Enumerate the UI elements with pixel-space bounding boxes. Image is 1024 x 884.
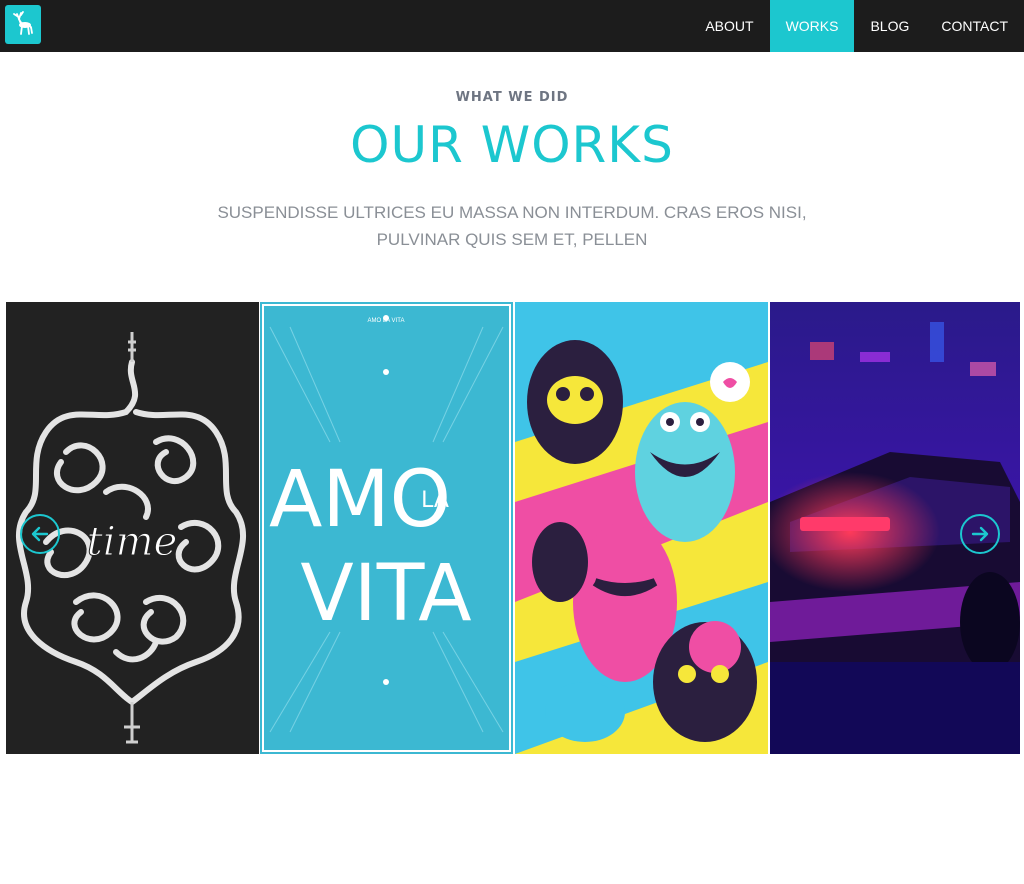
section-title: OUR WORKS xyxy=(350,116,674,174)
work-item-monsters[interactable] xyxy=(515,302,768,754)
gallery-next-button[interactable] xyxy=(960,514,1000,554)
monsters-artwork xyxy=(515,302,768,754)
arrow-right-icon xyxy=(971,526,989,542)
arrow-left-icon xyxy=(31,526,49,542)
section-subtitle: SUSPENDISSE ULTRICES EU MASSA NON INTERD… xyxy=(200,199,824,253)
poster-word-la: LA xyxy=(421,488,449,513)
gallery-prev-button[interactable] xyxy=(20,514,60,554)
section-eyebrow: WHAT WE DID xyxy=(455,90,569,105)
logo[interactable] xyxy=(5,5,41,44)
subtitle-line-2: PULVINAR QUIS SEM ET, PELLEN xyxy=(376,230,648,249)
nav-contact[interactable]: CONTACT xyxy=(925,0,1024,52)
poster-word-vita: VITA xyxy=(300,549,471,639)
time-lettering-text: time xyxy=(87,519,177,565)
amo-la-vita-artwork: AMO LA VITA AMO LA VITA xyxy=(260,302,513,754)
deer-icon xyxy=(13,11,33,35)
works-gallery: time AMO LA VITA AMO LA VITA xyxy=(6,302,1020,754)
top-navbar: ABOUT WORKS BLOG CONTACT xyxy=(0,0,1024,52)
nav-blog[interactable]: BLOG xyxy=(854,0,925,52)
main-nav: ABOUT WORKS BLOG CONTACT xyxy=(689,0,1024,52)
subtitle-line-1: SUSPENDISSE ULTRICES EU MASSA NON INTERD… xyxy=(217,203,807,222)
nav-about[interactable]: ABOUT xyxy=(689,0,769,52)
nav-works[interactable]: WORKS xyxy=(769,0,855,52)
work-item-amo-la-vita[interactable]: AMO LA VITA AMO LA VITA xyxy=(260,302,513,754)
